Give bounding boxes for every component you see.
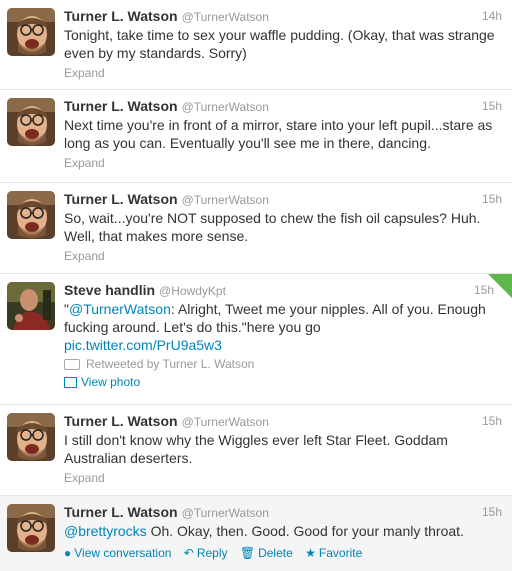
mention-link[interactable]: @brettyrocks bbox=[64, 523, 147, 539]
reply-icon: ↶ bbox=[183, 546, 194, 560]
retweet-info: Retweeted by Turner L. Watson bbox=[64, 356, 502, 372]
photo-link[interactable]: pic.twitter.com/PrU9a5w3 bbox=[64, 337, 222, 353]
view-photo-label[interactable]: View photo bbox=[81, 375, 140, 389]
tweet-text: I still don't know why the Wiggles ever … bbox=[64, 432, 448, 466]
retweet-icon bbox=[64, 359, 80, 371]
favorite-label: Favorite bbox=[318, 546, 363, 560]
author-name[interactable]: Turner L. Watson bbox=[64, 98, 178, 114]
author-handle[interactable]: @HowdyKpt bbox=[159, 284, 226, 298]
tweet-item[interactable]: Steve handlin @HowdyKpt 15h "@TurnerWatso… bbox=[0, 274, 512, 405]
avatar[interactable] bbox=[7, 191, 55, 239]
tweet-item[interactable]: Turner L. Watson @TurnerWatson 15h So, wa… bbox=[0, 183, 512, 274]
author-handle[interactable]: @TurnerWatson bbox=[182, 193, 269, 207]
author-name[interactable]: Turner L. Watson bbox=[64, 413, 178, 429]
expand-link[interactable]: Expand bbox=[64, 65, 502, 81]
trash-icon: 🗑 bbox=[239, 546, 256, 560]
conversation-icon: ● bbox=[64, 546, 72, 560]
reply-button[interactable]: ↶ Reply bbox=[184, 546, 228, 560]
reply-label: Reply bbox=[196, 546, 228, 560]
author-handle[interactable]: @TurnerWatson bbox=[182, 415, 269, 429]
view-conversation-label: View conversation bbox=[74, 546, 172, 560]
author-name[interactable]: Steve handlin bbox=[64, 282, 155, 298]
expand-link[interactable]: Expand bbox=[64, 470, 502, 486]
tweet-text-body: Oh. Okay, then. Good. Good for your manl… bbox=[146, 523, 464, 539]
avatar[interactable] bbox=[7, 282, 55, 330]
author-name[interactable]: Turner L. Watson bbox=[64, 504, 178, 520]
tweet-item[interactable]: Turner L. Watson @TurnerWatson 15h @brett… bbox=[0, 496, 512, 571]
tweet-timeline: Turner L. Watson @TurnerWatson 14h Tonigh… bbox=[0, 0, 512, 571]
author-handle[interactable]: @TurnerWatson bbox=[182, 100, 269, 114]
photo-icon bbox=[64, 377, 77, 389]
tweet-item[interactable]: Turner L. Watson @TurnerWatson 14h Tonigh… bbox=[0, 0, 512, 90]
retweeted-by-text[interactable]: Retweeted by Turner L. Watson bbox=[86, 357, 254, 371]
avatar[interactable] bbox=[7, 98, 55, 146]
tweet-item[interactable]: Turner L. Watson @TurnerWatson 15h I stil… bbox=[0, 405, 512, 496]
tweet-text: Tonight, take time to sex your waffle pu… bbox=[64, 27, 495, 61]
avatar[interactable] bbox=[7, 8, 55, 56]
tweet-text: @brettyrocks Oh. Okay, then. Good. Good … bbox=[64, 522, 502, 540]
tweet-timestamp[interactable]: 15h bbox=[482, 503, 502, 521]
avatar[interactable] bbox=[7, 413, 55, 461]
avatar[interactable] bbox=[7, 504, 55, 552]
author-name[interactable]: Turner L. Watson bbox=[64, 191, 178, 207]
tweet-timestamp[interactable]: 15h bbox=[482, 412, 502, 430]
author-handle[interactable]: @TurnerWatson bbox=[182, 506, 269, 520]
tweet-timestamp[interactable]: 15h bbox=[482, 97, 502, 115]
tweet-text: Next time you're in front of a mirror, s… bbox=[64, 117, 493, 151]
author-handle[interactable]: @TurnerWatson bbox=[182, 10, 269, 24]
favorite-button[interactable]: ★ Favorite bbox=[305, 546, 362, 560]
star-icon: ★ bbox=[305, 546, 316, 560]
expand-link[interactable]: Expand bbox=[64, 155, 502, 171]
tweet-text: So, wait...you're NOT supposed to chew t… bbox=[64, 210, 481, 244]
delete-label: Delete bbox=[258, 546, 293, 560]
author-name[interactable]: Turner L. Watson bbox=[64, 8, 178, 24]
mention-link[interactable]: @TurnerWatson bbox=[69, 301, 171, 317]
delete-button[interactable]: 🗑 Delete bbox=[240, 546, 293, 560]
view-conversation-button[interactable]: ● View conversation bbox=[64, 546, 171, 560]
tweet-item[interactable]: Turner L. Watson @TurnerWatson 15h Next t… bbox=[0, 90, 512, 183]
tweet-text: "@TurnerWatson: Alright, Tweet me your n… bbox=[64, 300, 502, 354]
view-photo-link[interactable]: View photo bbox=[64, 374, 502, 390]
tweet-timestamp[interactable]: 15h bbox=[482, 190, 502, 208]
tweet-actions: ● View conversation ↶ Reply 🗑 Delete ★ Favor… bbox=[64, 545, 502, 561]
tweet-timestamp[interactable]: 15h bbox=[474, 281, 494, 299]
tweet-timestamp[interactable]: 14h bbox=[482, 7, 502, 25]
expand-link[interactable]: Expand bbox=[64, 248, 502, 264]
